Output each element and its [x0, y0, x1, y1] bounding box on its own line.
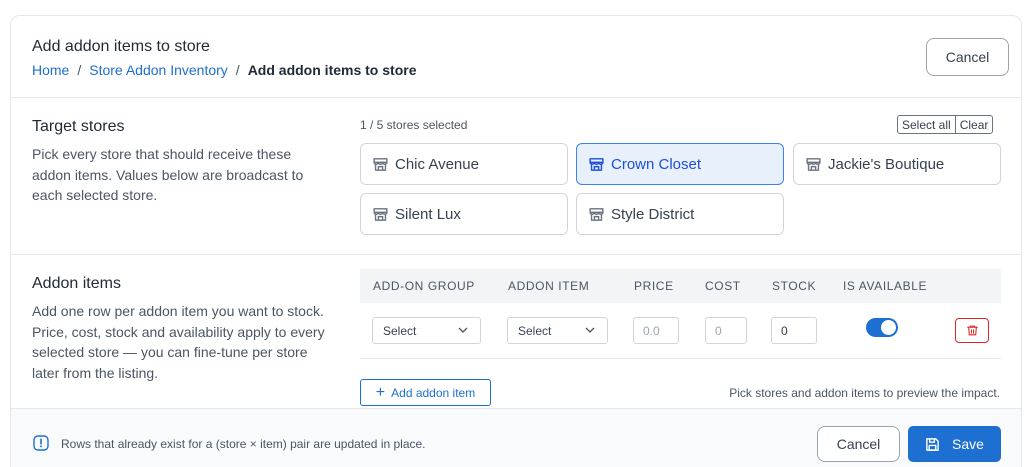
delete-row-button[interactable] — [955, 318, 989, 343]
store-bulk-actions: Select all Clear — [897, 115, 994, 134]
store-name: Chic Avenue — [395, 155, 479, 173]
add-addon-item-button[interactable]: + Add addon item — [360, 379, 491, 406]
storefront-icon — [373, 157, 388, 171]
breadcrumb: Home / Store Addon Inventory / Add addon… — [32, 62, 416, 78]
store-card-silent-lux[interactable]: Silent Lux — [360, 193, 568, 235]
store-card-jackies-boutique[interactable]: Jackie's Boutique — [793, 143, 1001, 185]
add-addon-card: Add addon items to store Home / Store Ad… — [10, 15, 1022, 467]
row-divider — [360, 358, 1001, 359]
addon-items-table-header: ADD-ON GROUP ADDON ITEM PRICE COST STOCK… — [360, 269, 1001, 303]
breadcrumb-separator: / — [77, 62, 82, 78]
header-cancel-button[interactable]: Cancel — [926, 38, 1009, 76]
addon-items-section: Addon items Add one row per addon item y… — [11, 255, 1021, 409]
form-footer: Rows that already exist for a (store × i… — [11, 409, 1021, 467]
addon-items-description: Add one row per addon item you want to s… — [32, 303, 325, 381]
target-stores-title: Target stores — [32, 118, 125, 135]
page-title: Add addon items to store — [32, 38, 210, 55]
breadcrumb-store-addon-inventory[interactable]: Store Addon Inventory — [89, 62, 228, 78]
store-card-style-district[interactable]: Style District — [576, 193, 784, 235]
footer-cancel-button[interactable]: Cancel — [817, 426, 900, 462]
addon-items-title: Addon items — [32, 275, 121, 292]
storefront-icon — [373, 207, 388, 221]
target-stores-section: Target stores Pick every store that shou… — [11, 98, 1021, 255]
store-card-crown-closet[interactable]: Crown Closet — [576, 143, 784, 185]
add-addon-item-label: Add addon item — [391, 385, 476, 400]
cost-input[interactable] — [705, 317, 747, 344]
select-all-button[interactable]: Select all — [897, 115, 956, 134]
preview-hint: Pick stores and addon items to preview t… — [729, 386, 1000, 400]
store-name: Crown Closet — [611, 155, 702, 173]
addon-item-select-value: Select — [518, 323, 552, 338]
is-available-toggle[interactable] — [866, 318, 898, 337]
info-icon — [33, 435, 49, 451]
breadcrumb-home[interactable]: Home — [32, 62, 69, 78]
storefront-icon — [589, 157, 604, 171]
column-header-is-available: IS AVAILABLE — [843, 279, 928, 293]
save-button[interactable]: Save — [908, 426, 1001, 462]
breadcrumb-separator: / — [235, 62, 240, 78]
chevron-down-icon — [458, 327, 468, 333]
column-header-addon-group: ADD-ON GROUP — [373, 279, 475, 293]
column-header-addon-item: ADDON ITEM — [508, 279, 590, 293]
footer-note: Rows that already exist for a (store × i… — [61, 437, 426, 451]
toggle-knob — [881, 320, 896, 335]
breadcrumb-current: Add addon items to store — [247, 62, 417, 78]
column-header-cost: COST — [705, 279, 741, 293]
store-card-chic-avenue[interactable]: Chic Avenue — [360, 143, 568, 185]
store-name: Jackie's Boutique — [828, 155, 945, 173]
save-icon — [926, 437, 939, 451]
addon-group-select-value: Select — [383, 323, 417, 338]
save-label: Save — [952, 436, 984, 452]
storefront-icon — [589, 207, 604, 221]
chevron-down-icon — [585, 327, 595, 333]
addon-group-select[interactable]: Select — [372, 317, 481, 344]
plus-icon: + — [375, 383, 386, 401]
store-name: Style District — [611, 205, 695, 223]
column-header-price: PRICE — [634, 279, 674, 293]
page-header: Add addon items to store Home / Store Ad… — [11, 16, 1021, 98]
price-input[interactable] — [633, 317, 679, 344]
store-name: Silent Lux — [395, 205, 461, 223]
column-header-stock: STOCK — [772, 279, 817, 293]
addon-item-select[interactable]: Select — [507, 317, 608, 344]
storefront-icon — [806, 157, 821, 171]
trash-icon — [966, 325, 978, 336]
stock-input[interactable] — [771, 317, 817, 344]
target-stores-description: Pick every store that should receive the… — [32, 146, 304, 203]
stores-selected-count: 1 / 5 stores selected — [360, 118, 468, 132]
clear-button[interactable]: Clear — [955, 115, 994, 134]
